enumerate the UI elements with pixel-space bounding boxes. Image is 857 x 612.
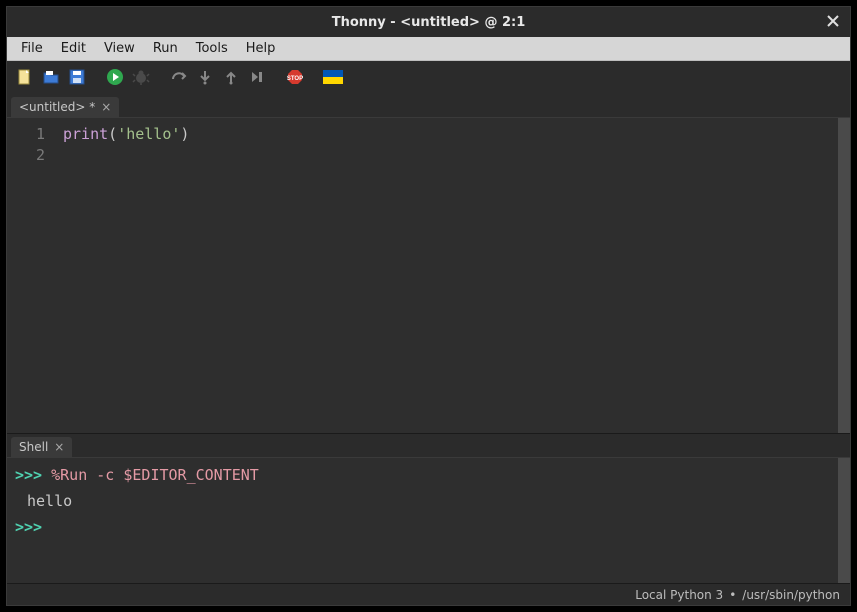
title-bar: Thonny - <untitled> @ 2:1 (7, 7, 850, 37)
menu-view[interactable]: View (96, 39, 143, 58)
tool-bar: STOP (7, 61, 850, 93)
shell-tab-label: Shell (19, 440, 48, 454)
shell-prompt: >>> (15, 518, 42, 536)
token-paren: ) (180, 125, 189, 143)
close-icon[interactable]: × (54, 440, 64, 454)
token-paren: ( (108, 125, 117, 143)
shell-tab-strip: Shell × (7, 433, 850, 457)
debug-icon[interactable] (131, 67, 151, 87)
menu-run[interactable]: Run (145, 39, 186, 58)
code-area[interactable]: print('hello') (57, 118, 850, 433)
line-number: 2 (7, 145, 45, 166)
close-icon[interactable]: × (101, 100, 111, 114)
token-builtin: print (63, 125, 108, 143)
close-icon[interactable] (824, 12, 842, 30)
open-file-icon[interactable] (41, 67, 61, 87)
window-title: Thonny - <untitled> @ 2:1 (332, 15, 526, 30)
menu-help[interactable]: Help (238, 39, 284, 58)
editor-tab-strip: <untitled> * × (7, 93, 850, 117)
shell-line: >>> %Run -c $EDITOR_CONTENT (15, 462, 842, 488)
ukraine-flag-icon[interactable] (323, 67, 343, 87)
step-out-icon[interactable] (221, 67, 241, 87)
shell-line: >>> (15, 514, 842, 540)
menu-tools[interactable]: Tools (188, 39, 236, 58)
shell-panel[interactable]: >>> %Run -c $EDITOR_CONTENT hello >>> (7, 457, 850, 583)
editor-tab-label: <untitled> * (19, 100, 95, 114)
save-file-icon[interactable] (67, 67, 87, 87)
status-path[interactable]: /usr/sbin/python (742, 588, 840, 602)
menu-edit[interactable]: Edit (53, 39, 94, 58)
resume-icon[interactable] (247, 67, 267, 87)
shell-tab[interactable]: Shell × (11, 437, 72, 457)
shell-prompt: >>> (15, 466, 42, 484)
stop-icon[interactable]: STOP (285, 67, 305, 87)
line-number-gutter: 1 2 (7, 118, 57, 433)
code-line: print('hello') (63, 124, 850, 145)
menu-bar: File Edit View Run Tools Help (7, 37, 850, 61)
step-over-icon[interactable] (169, 67, 189, 87)
status-interpreter[interactable]: Local Python 3 (635, 588, 723, 602)
token-string: 'hello' (117, 125, 180, 143)
new-file-icon[interactable] (15, 67, 35, 87)
code-line (63, 145, 850, 166)
code-editor[interactable]: 1 2 print('hello') (7, 117, 850, 433)
step-into-icon[interactable] (195, 67, 215, 87)
svg-text:STOP: STOP (287, 76, 303, 82)
shell-output: hello (15, 488, 842, 514)
shell-scrollbar[interactable] (838, 458, 850, 583)
menu-file[interactable]: File (13, 39, 51, 58)
status-separator: • (729, 588, 736, 602)
editor-scrollbar[interactable] (838, 118, 850, 433)
status-bar: Local Python 3 • /usr/sbin/python (7, 583, 850, 605)
line-number: 1 (7, 124, 45, 145)
editor-tab[interactable]: <untitled> * × (11, 97, 119, 117)
app-window: Thonny - <untitled> @ 2:1 File Edit View… (6, 6, 851, 606)
shell-command: %Run -c $EDITOR_CONTENT (51, 466, 259, 484)
run-icon[interactable] (105, 67, 125, 87)
